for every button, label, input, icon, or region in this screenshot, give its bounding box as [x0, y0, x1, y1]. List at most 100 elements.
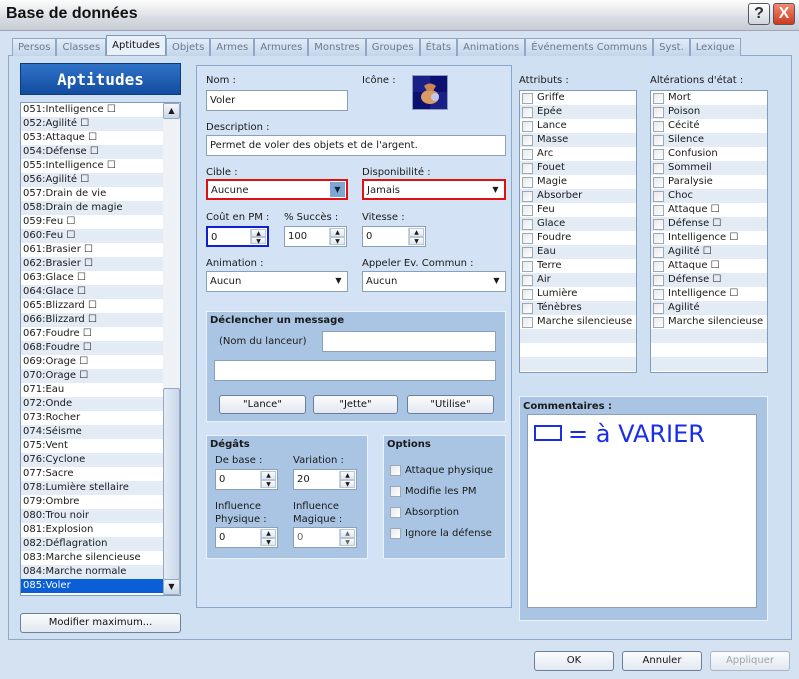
checkbox-item[interactable]: Défense ☐ [651, 217, 767, 231]
comments-textarea[interactable]: = à VARIER [527, 414, 757, 608]
message-line2-input[interactable] [214, 360, 496, 381]
name-input[interactable]: Voler [206, 90, 348, 111]
checkbox-item[interactable]: Arc [520, 147, 636, 161]
chevron-down-icon[interactable]: ▼ [330, 182, 345, 197]
checkbox-item[interactable]: Intelligence ☐ [651, 231, 767, 245]
target-select[interactable]: Aucune ▼ [206, 179, 348, 200]
ok-button[interactable]: OK [534, 651, 614, 671]
checkbox[interactable] [522, 106, 533, 118]
help-button[interactable]: ? [748, 3, 770, 25]
checkbox[interactable] [653, 92, 664, 104]
success-stepper[interactable]: 100 ▲ ▼ [284, 226, 347, 247]
checkbox-item[interactable]: Attaque ☐ [651, 203, 767, 217]
option-checkbox[interactable]: Modifie les PM [390, 484, 493, 498]
decrement-button[interactable]: ▼ [261, 479, 276, 488]
checkbox[interactable] [653, 148, 664, 160]
list-item[interactable]: 078:Lumière stellaire [21, 481, 164, 495]
checkbox[interactable] [653, 120, 664, 132]
option-checkbox[interactable]: Absorption [390, 505, 493, 519]
tab-8[interactable]: États [419, 38, 458, 56]
decrement-button[interactable]: ▼ [340, 537, 355, 546]
checkbox[interactable] [653, 274, 664, 286]
checkbox[interactable] [522, 148, 533, 160]
list-item[interactable]: 055:Intelligence ☐ [21, 159, 164, 173]
tab-1[interactable]: Classes [56, 38, 107, 56]
checkbox[interactable] [653, 162, 664, 174]
checkbox-item[interactable]: Terre [520, 259, 636, 273]
increment-button[interactable]: ▲ [251, 229, 266, 237]
checkbox[interactable] [522, 204, 533, 216]
checkbox[interactable] [653, 176, 664, 188]
mp-cost-stepper[interactable]: 0 ▲ ▼ [206, 226, 269, 247]
list-item[interactable]: 065:Blizzard ☐ [21, 299, 164, 313]
list-item[interactable]: 059:Feu ☐ [21, 215, 164, 229]
checkbox[interactable] [653, 260, 664, 272]
scroll-thumb[interactable] [163, 388, 180, 580]
checkbox[interactable] [653, 302, 664, 314]
list-item[interactable]: 080:Trou noir [21, 509, 164, 523]
checkbox-item[interactable]: Défense ☐ [651, 273, 767, 287]
tab-0[interactable]: Persos [12, 38, 57, 56]
checkbox[interactable] [522, 134, 533, 146]
checkbox-item[interactable]: Griffe [520, 91, 636, 105]
checkbox[interactable] [522, 316, 533, 328]
checkbox[interactable] [390, 464, 401, 476]
availability-select[interactable]: Jamais ▼ [362, 179, 506, 200]
list-item[interactable]: 061:Brasier ☐ [21, 243, 164, 257]
checkbox-item[interactable]: Paralysie [651, 175, 767, 189]
scroll-down-button[interactable]: ▼ [163, 579, 180, 595]
checkbox-item[interactable]: Eau [520, 245, 636, 259]
checkbox-item[interactable]: Epée [520, 105, 636, 119]
checkbox[interactable] [390, 506, 401, 518]
decrement-button[interactable]: ▼ [251, 236, 266, 245]
checkbox[interactable] [522, 274, 533, 286]
checkbox[interactable] [653, 218, 664, 230]
checkbox-item[interactable]: Magie [520, 175, 636, 189]
checkbox[interactable] [522, 246, 533, 258]
tab-10[interactable]: Événements Communs [525, 38, 654, 56]
checkbox[interactable] [522, 190, 533, 202]
scrollbar[interactable]: ▲ ▼ [163, 103, 180, 595]
checkbox-item[interactable]: Confusion [651, 147, 767, 161]
close-button[interactable]: X [773, 3, 795, 25]
decrement-button[interactable]: ▼ [261, 537, 276, 546]
magic-influence-stepper[interactable]: 0 ▲ ▼ [293, 527, 357, 548]
chevron-down-icon[interactable]: ▼ [331, 273, 346, 290]
tab-5[interactable]: Armures [254, 38, 309, 56]
states-list[interactable]: Mort Poison Cécité Silence Confusion Sommeil P… [650, 90, 768, 373]
checkbox[interactable] [653, 134, 664, 146]
checkbox-item[interactable]: Glace [520, 217, 636, 231]
tab-7[interactable]: Groupes [365, 38, 420, 56]
increment-button[interactable]: ▲ [340, 471, 355, 480]
checkbox-item[interactable]: Air [520, 273, 636, 287]
checkbox-item[interactable]: Foudre [520, 231, 636, 245]
checkbox-item[interactable]: Lumière [520, 287, 636, 301]
checkbox-item[interactable]: Absorber [520, 189, 636, 203]
variation-stepper[interactable]: 20 ▲ ▼ [293, 469, 357, 490]
checkbox-item[interactable]: Lance [520, 119, 636, 133]
list-item[interactable]: 083:Marche silencieuse [21, 551, 164, 565]
list-item[interactable]: 075:Vent [21, 439, 164, 453]
list-item[interactable]: 069:Orage ☐ [21, 355, 164, 369]
list-item[interactable]: 052:Agilité ☐ [21, 117, 164, 131]
increment-button[interactable]: ▲ [340, 529, 355, 538]
checkbox[interactable] [653, 232, 664, 244]
increment-button[interactable]: ▲ [409, 228, 424, 237]
tab-9[interactable]: Animations [457, 38, 526, 56]
checkbox[interactable] [653, 204, 664, 216]
scroll-up-button[interactable]: ▲ [163, 103, 180, 119]
list-item[interactable]: 072:Onde [21, 397, 164, 411]
list-item[interactable]: 066:Blizzard ☐ [21, 313, 164, 327]
checkbox[interactable] [522, 288, 533, 300]
increment-button[interactable]: ▲ [261, 471, 276, 480]
attributes-list[interactable]: Griffe Epée Lance Masse Arc Fouet Magie Absorbe… [519, 90, 637, 373]
list-item[interactable]: 058:Drain de magie [21, 201, 164, 215]
list-item[interactable]: 062:Brasier ☐ [21, 257, 164, 271]
checkbox[interactable] [653, 106, 664, 118]
checkbox-item[interactable]: Mort [651, 91, 767, 105]
checkbox[interactable] [522, 232, 533, 244]
checkbox[interactable] [522, 302, 533, 314]
list-item[interactable]: 082:Déflagration [21, 537, 164, 551]
icon-picker[interactable] [412, 75, 448, 110]
list-item[interactable]: 077:Sacre [21, 467, 164, 481]
